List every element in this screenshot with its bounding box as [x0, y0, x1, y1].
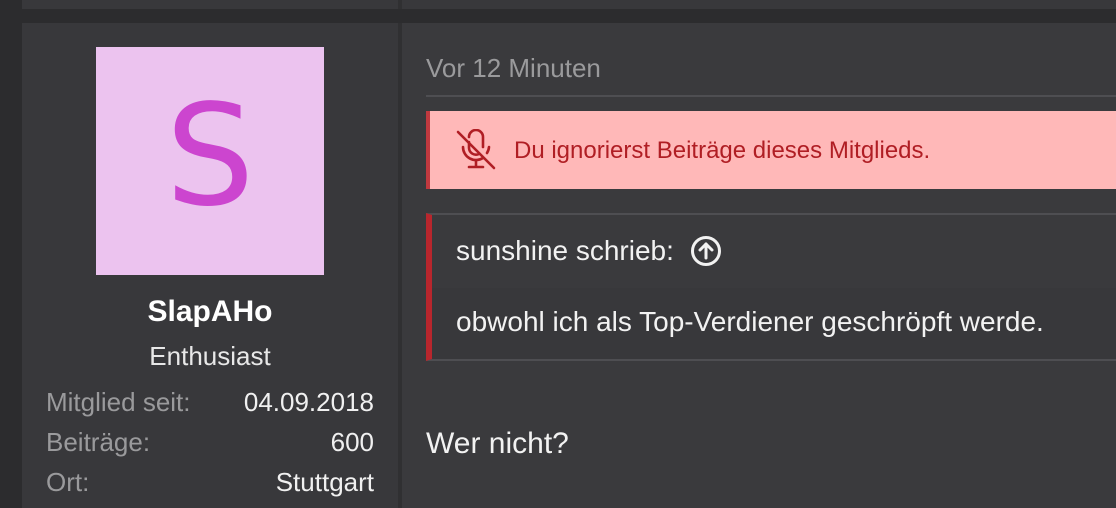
- quote-body: obwohl ich als Top-Verdiener geschröpft …: [432, 288, 1116, 359]
- post-date[interactable]: Vor 12 Minuten: [426, 53, 601, 84]
- post-body-text: Wer nicht?: [426, 427, 569, 460]
- avatar[interactable]: S: [96, 47, 324, 275]
- column-divider: [398, 23, 402, 508]
- quote-header: sunshine schrieb:: [456, 235, 722, 267]
- ignored-member-notice[interactable]: Du ignorierst Beiträge dieses Mitglieds.: [426, 111, 1116, 189]
- arrow-up-circle-icon[interactable]: [690, 235, 722, 267]
- divider: [426, 95, 1116, 97]
- post-content: Vor 12 Minuten Du ignorierst Beiträge di…: [426, 23, 1116, 508]
- stat-label: Mitglied seit:: [46, 387, 191, 417]
- forum-page: S SlapAHo Enthusiast Mitglied seit: 04.0…: [0, 0, 1116, 508]
- stat-label: Ort:: [46, 467, 90, 497]
- stat-posts: Beiträge: 600: [46, 427, 374, 461]
- previous-post-edge: [22, 0, 1116, 9]
- author-panel: S SlapAHo Enthusiast Mitglied seit: 04.0…: [22, 23, 398, 508]
- quote-text: obwohl ich als Top-Verdiener geschröpft …: [456, 306, 1044, 337]
- forum-post: S SlapAHo Enthusiast Mitglied seit: 04.0…: [22, 23, 1116, 508]
- quote-author-label: sunshine schrieb:: [456, 235, 674, 266]
- stat-label: Beiträge:: [46, 427, 151, 457]
- stat-value: Stuttgart: [275, 467, 374, 497]
- stat-location: Ort: Stuttgart: [46, 467, 374, 501]
- avatar-letter: S: [165, 75, 255, 238]
- author-title: Enthusiast: [149, 341, 271, 371]
- quote-block: sunshine schrieb: obwohl ich als Top-Ver…: [426, 213, 1116, 361]
- ignored-notice-text: Du ignorierst Beiträge dieses Mitglieds.: [514, 137, 931, 164]
- muted-microphone-icon: [456, 129, 496, 170]
- stat-value[interactable]: 600: [331, 427, 374, 458]
- stat-value: 04.09.2018: [243, 387, 374, 417]
- previous-post-divider: [398, 0, 402, 9]
- author-username[interactable]: SlapAHo: [22, 295, 398, 329]
- stat-member-since: Mitglied seit: 04.09.2018: [46, 387, 374, 421]
